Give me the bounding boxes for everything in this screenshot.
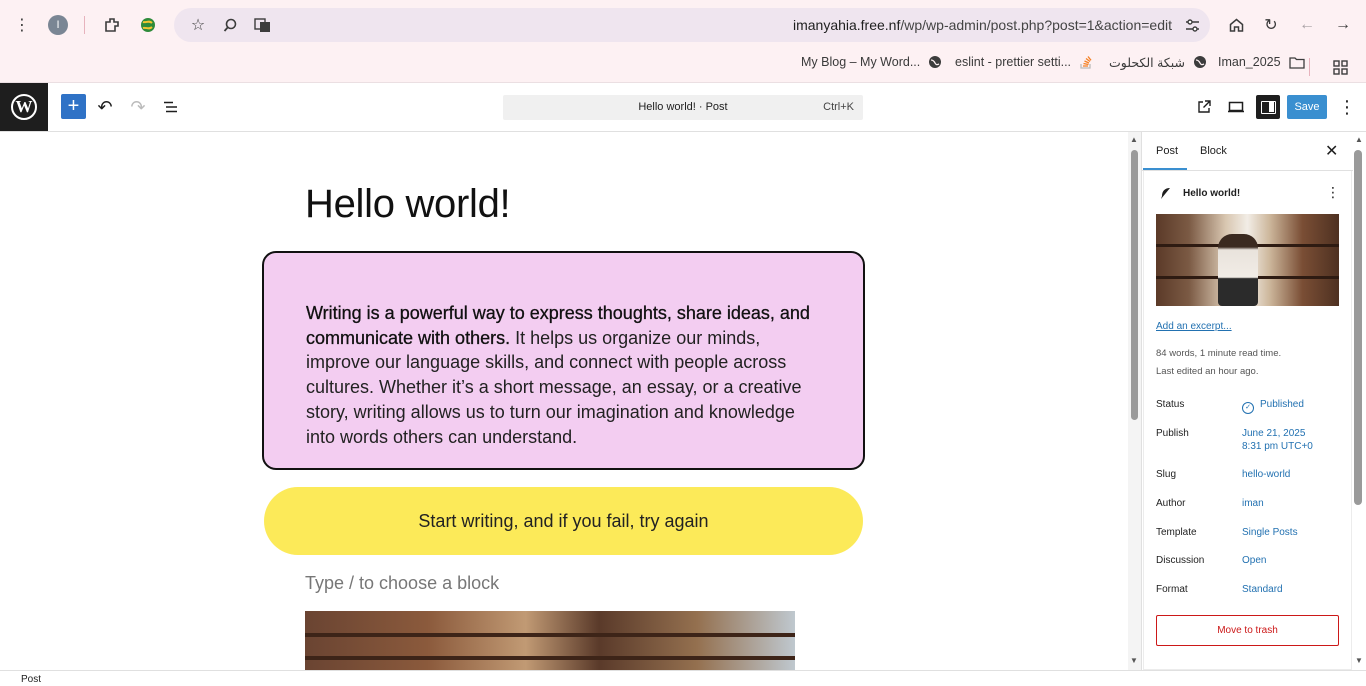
button-block[interactable]: Start writing, and if you fail, try agai… — [264, 487, 863, 555]
tab-post[interactable]: Post — [1156, 145, 1178, 157]
word-count: 84 words, 1 minute read time. — [1156, 348, 1282, 359]
bookmark-label: Iman_2025 — [1218, 55, 1281, 69]
extension-globe-icon[interactable] — [137, 14, 159, 36]
slug-value[interactable]: hello-world — [1242, 468, 1290, 481]
publish-date-line: June 21, 2025 — [1242, 428, 1306, 439]
template-label: Template — [1156, 527, 1197, 538]
bookmark-arabic[interactable]: شبكة الكحلوت — [1109, 53, 1207, 71]
canvas-scrollbar-thumb[interactable] — [1131, 150, 1138, 420]
publish-date[interactable]: June 21, 2025 8:31 pm UTC+0 — [1242, 427, 1313, 453]
publish-label: Publish — [1156, 428, 1189, 439]
globe-icon — [1193, 56, 1206, 68]
breadcrumb-post[interactable]: Post — [21, 674, 41, 685]
block-inserter-button[interactable]: + — [61, 94, 86, 119]
search-icon[interactable] — [220, 15, 240, 35]
sidebar-scrollbar-thumb[interactable] — [1354, 150, 1362, 505]
block-placeholder[interactable]: Type / to choose a block — [305, 573, 499, 594]
bookmarks-divider — [1309, 58, 1310, 76]
toolbar-divider — [84, 16, 85, 34]
publish-time-line: 8:31 pm UTC+0 — [1242, 441, 1313, 452]
active-tab-indicator — [1143, 168, 1187, 170]
image-detail — [1218, 234, 1258, 306]
status-value[interactable]: ✓ Published — [1242, 398, 1304, 414]
editor-toolbar: W + ↶ ↷ Hello world! · Post Ctrl+K Save … — [0, 83, 1366, 132]
editor-canvas[interactable]: Hello world! Writing is a powerful way t… — [0, 132, 1128, 670]
back-icon[interactable]: ← — [1297, 15, 1317, 35]
translate-icon[interactable] — [252, 15, 272, 35]
command-shortcut: Ctrl+K — [823, 101, 854, 113]
site-settings-icon[interactable] — [1182, 15, 1202, 35]
settings-sidebar: Post Block ✕ Hello world! ⋮ Add an excer… — [1141, 132, 1353, 670]
forward-icon[interactable]: → — [1333, 15, 1353, 35]
discussion-label: Discussion — [1156, 555, 1205, 566]
image-block[interactable] — [305, 611, 795, 670]
sidebar-scroll-up-icon[interactable]: ▲ — [1355, 135, 1363, 144]
post-title[interactable]: Hello world! — [305, 182, 511, 227]
author-label: Author — [1156, 498, 1186, 509]
profile-avatar: I — [48, 15, 68, 35]
sidebar-post-title: Hello world! — [1183, 188, 1241, 199]
url-host: imanyahia.free.nf — [792, 17, 901, 33]
url-text[interactable]: imanyahia.free.nf/wp/wp-admin/post.php?p… — [793, 17, 1172, 33]
paragraph-block[interactable]: Writing is a powerful way to express tho… — [306, 301, 826, 449]
status-label: Status — [1156, 399, 1185, 410]
image-detail — [305, 633, 795, 637]
scroll-down-icon[interactable]: ▼ — [1130, 656, 1138, 665]
last-edited: Last edited an hour ago. — [1156, 366, 1259, 377]
address-bar[interactable]: ☆ imanyahia.free.nf/wp/wp-admin/post.php… — [174, 8, 1210, 42]
document-overview-icon[interactable] — [158, 95, 182, 119]
image-detail — [305, 656, 795, 660]
featured-image[interactable] — [1156, 214, 1339, 306]
bookmark-label: eslint - prettier setti... — [955, 55, 1072, 69]
extensions-icon[interactable] — [101, 14, 123, 36]
browser-toolbar: ⋮ I ☆ imanyahia.free.nf/wp/wp-admin/post… — [0, 0, 1366, 50]
author-value[interactable]: iman — [1242, 497, 1264, 510]
all-bookmarks-icon[interactable] — [1330, 57, 1350, 77]
bookmark-label: شبكة الكحلوت — [1109, 55, 1185, 70]
bookmark-star-icon[interactable]: ☆ — [188, 15, 208, 35]
scroll-up-icon[interactable]: ▲ — [1130, 135, 1138, 144]
slug-label: Slug — [1156, 469, 1177, 480]
globe-icon — [929, 56, 942, 68]
discussion-value[interactable]: Open — [1242, 554, 1266, 567]
url-path: /wp/wp-admin/post.php?post=1&action=edit — [900, 17, 1172, 33]
post-actions-kebab-icon[interactable]: ⋮ — [1326, 184, 1340, 201]
stackoverflow-icon — [1080, 56, 1092, 69]
format-value[interactable]: Standard — [1242, 583, 1283, 596]
bookmark-eslint[interactable]: eslint - prettier setti... — [955, 53, 1093, 71]
settings-sidebar-toggle[interactable] — [1256, 95, 1280, 119]
move-to-trash-button[interactable]: Move to trash — [1156, 615, 1339, 646]
status-text: Published — [1260, 399, 1304, 410]
folder-icon — [1288, 56, 1305, 69]
wordpress-logo-icon: W — [11, 94, 37, 120]
view-post-icon[interactable] — [1192, 95, 1216, 119]
published-check-icon: ✓ — [1242, 401, 1254, 414]
undo-icon[interactable]: ↶ — [93, 95, 117, 119]
options-kebab-icon[interactable]: ⋮ — [1335, 95, 1359, 119]
profile-button[interactable]: I — [48, 15, 68, 35]
sidebar-tabs: Post Block ✕ — [1142, 132, 1353, 171]
bookmark-label: My Blog – My Word... — [801, 55, 921, 69]
close-sidebar-icon[interactable]: ✕ — [1325, 141, 1338, 161]
format-label: Format — [1156, 584, 1188, 595]
sidebar-scroll-down-icon[interactable]: ▼ — [1355, 656, 1363, 665]
post-card-header: Hello world! — [1159, 187, 1240, 200]
bookmark-folder-iman[interactable]: Iman_2025 — [1218, 53, 1305, 71]
tab-block[interactable]: Block — [1200, 145, 1227, 157]
save-button[interactable]: Save — [1287, 95, 1327, 119]
browser-menu-icon[interactable]: ⋮ — [12, 15, 32, 35]
block-breadcrumb-bar: Post — [0, 670, 1366, 686]
feather-post-icon — [1161, 188, 1170, 199]
wordpress-logo-button[interactable]: W — [0, 83, 48, 131]
bookmark-my-blog[interactable]: My Blog – My Word... — [801, 53, 942, 71]
document-title: Hello world! · Post — [638, 101, 728, 113]
preview-device-icon[interactable] — [1224, 95, 1248, 119]
home-icon[interactable] — [1226, 15, 1246, 35]
template-value[interactable]: Single Posts — [1242, 526, 1298, 539]
redo-icon[interactable]: ↷ — [126, 95, 150, 119]
reload-icon[interactable]: ↻ — [1261, 15, 1281, 35]
command-palette-bar[interactable]: Hello world! · Post Ctrl+K — [503, 95, 863, 120]
add-excerpt-link[interactable]: Add an excerpt... — [1156, 321, 1232, 332]
paragraph-group-block[interactable]: Writing is a powerful way to express tho… — [262, 251, 865, 470]
